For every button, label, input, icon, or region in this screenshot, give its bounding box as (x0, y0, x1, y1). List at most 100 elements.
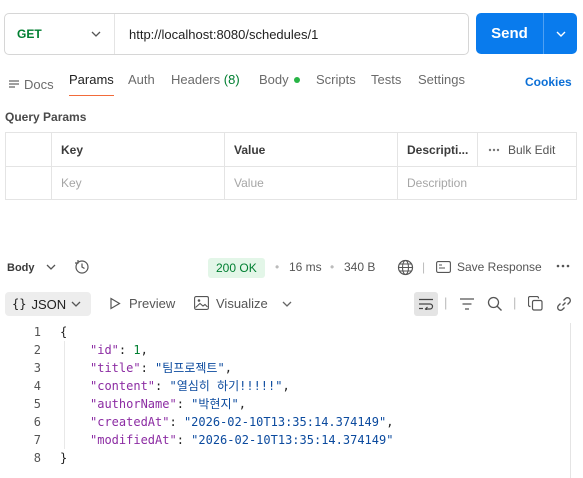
method-select[interactable]: GET (5, 14, 115, 54)
format-label: JSON (31, 296, 67, 312)
tab-settings[interactable]: Settings (418, 72, 465, 96)
json-comma: , (140, 343, 148, 357)
tab-tests[interactable]: Tests (371, 72, 401, 96)
response-body-dropdown[interactable]: Body (7, 262, 35, 274)
checkbox-column-header (6, 133, 51, 166)
column-header-value: Value (224, 133, 397, 166)
code-line: 5 "authorName": "박현지", (0, 395, 570, 413)
code-line: 6 "createdAt": "2026-02-10T13:35:14.3741… (0, 413, 570, 431)
line-number: 1 (33, 325, 41, 339)
code-text: "modifiedAt": "2026-02-10T13:35:14.37414… (90, 433, 394, 447)
separator-bar: | (444, 295, 448, 310)
wrap-lines-button[interactable] (414, 292, 438, 316)
chevron-down-icon (91, 29, 101, 39)
tab-auth[interactable]: Auth (128, 72, 155, 96)
method-label: GET (17, 27, 42, 41)
bulk-edit-cell: Bulk Edit (477, 133, 576, 166)
search-icon[interactable] (487, 296, 503, 312)
tab-headers[interactable]: Headers (8) (171, 72, 240, 96)
preview-button[interactable]: Preview (129, 296, 175, 311)
chevron-down-icon[interactable] (282, 299, 292, 309)
tab-headers-label: Headers (171, 72, 221, 87)
json-value: 1 (133, 343, 141, 357)
cookies-link[interactable]: Cookies (525, 75, 572, 89)
code-line: 7 "modifiedAt": "2026-02-10T13:35:14.374… (0, 431, 570, 449)
json-key: "content" (90, 379, 156, 393)
response-toolbar: {} JSON Preview Visualize | | (0, 291, 583, 317)
response-status-bar: Body 200 OK • 16 ms • 340 B | Save Respo… (0, 256, 583, 280)
json-key: "id" (90, 343, 119, 357)
json-comma: , (282, 379, 290, 393)
filter-icon[interactable] (459, 297, 475, 311)
body-indicator-dot (293, 76, 300, 83)
link-icon[interactable] (556, 296, 572, 312)
query-params-title: Query Params (5, 110, 87, 124)
line-number: 7 (33, 433, 41, 447)
param-value-input[interactable]: Value (224, 167, 397, 199)
braces-icon: {} (12, 297, 27, 311)
send-button[interactable]: Send (476, 25, 543, 42)
row-checkbox-cell (6, 167, 51, 199)
param-key-input[interactable]: Key (51, 167, 224, 199)
json-value: "팀프로젝트" (155, 361, 225, 375)
code-line: 4 "content": "열심히 하기!!!!!", (0, 377, 570, 395)
line-number: 2 (33, 343, 41, 357)
json-value: "2026-02-10T13:35:14.374149" (183, 415, 387, 429)
visualize-button[interactable]: Visualize (216, 296, 268, 311)
send-button-group: Send (476, 13, 577, 54)
response-size: 340 B (344, 260, 376, 274)
tab-scripts[interactable]: Scripts (316, 72, 356, 96)
format-select[interactable]: {} JSON (5, 292, 91, 316)
json-key: "modifiedAt" (90, 433, 177, 447)
param-description-input[interactable]: Description (397, 167, 576, 199)
globe-icon[interactable] (397, 259, 414, 276)
code-line: 8 } (0, 449, 570, 467)
tab-body-label: Body (259, 72, 289, 87)
separator-dot: • (330, 260, 335, 274)
bulk-edit-label: Bulk Edit (508, 142, 556, 157)
url-input[interactable]: http://localhost:8080/schedules/1 (115, 27, 318, 42)
tab-docs-label: Docs (24, 76, 54, 92)
code-line: 1 { (0, 323, 570, 341)
wrap-lines-icon (419, 298, 434, 310)
tab-body[interactable]: Body (259, 72, 300, 96)
bulk-edit-button[interactable]: Bulk Edit (488, 143, 555, 157)
url-bar: GET http://localhost:8080/schedules/1 (4, 13, 469, 55)
code-line: 2 "id": 1, (0, 341, 570, 359)
more-horizontal-icon (488, 148, 500, 152)
code-line: 3 "title": "팀프로젝트", (0, 359, 570, 377)
save-response-icon (436, 261, 451, 273)
headers-count-badge: (8) (223, 72, 240, 87)
chevron-down-icon (71, 299, 81, 309)
request-tabs: Docs Params Auth Headers (8) Body Script… (0, 70, 583, 98)
save-response-button[interactable]: Save Response (457, 260, 542, 274)
code-text: "content": "열심히 하기!!!!!", (90, 379, 290, 393)
chevron-down-icon[interactable] (46, 262, 56, 272)
docs-icon (8, 78, 20, 90)
response-time: 16 ms (289, 260, 322, 274)
separator-dot: • (275, 260, 280, 274)
code-text: "title": "팀프로젝트", (90, 361, 232, 375)
tab-docs[interactable]: Docs (8, 72, 54, 96)
column-header-key: Key (51, 133, 224, 166)
response-body-viewer[interactable]: 1 { 2 "id": 1, 3 "title": "팀프로젝트", 4 "co… (0, 323, 570, 467)
separator-bar: | (422, 260, 426, 274)
line-number: 4 (33, 379, 41, 393)
tab-params[interactable]: Params (69, 72, 114, 96)
copy-icon[interactable] (528, 296, 543, 311)
history-icon[interactable] (74, 259, 90, 275)
more-horizontal-icon[interactable] (556, 264, 570, 268)
separator-bar: | (513, 295, 517, 310)
table-header-row: Key Value Descripti... Bulk Edit (6, 133, 576, 166)
line-number: 8 (33, 451, 41, 465)
scrollbar-track[interactable] (570, 323, 571, 478)
code-text: "authorName": "박현지", (90, 397, 246, 411)
code-text: "id": 1, (90, 343, 148, 357)
code-text: } (60, 451, 68, 465)
table-row: Key Value Description (6, 166, 576, 199)
json-comma: , (386, 415, 394, 429)
query-params-table: Key Value Descripti... Bulk Edit Key Val… (5, 132, 577, 200)
image-icon (194, 296, 209, 310)
json-comma: , (238, 397, 246, 411)
send-options-chevron-icon[interactable] (544, 29, 577, 39)
